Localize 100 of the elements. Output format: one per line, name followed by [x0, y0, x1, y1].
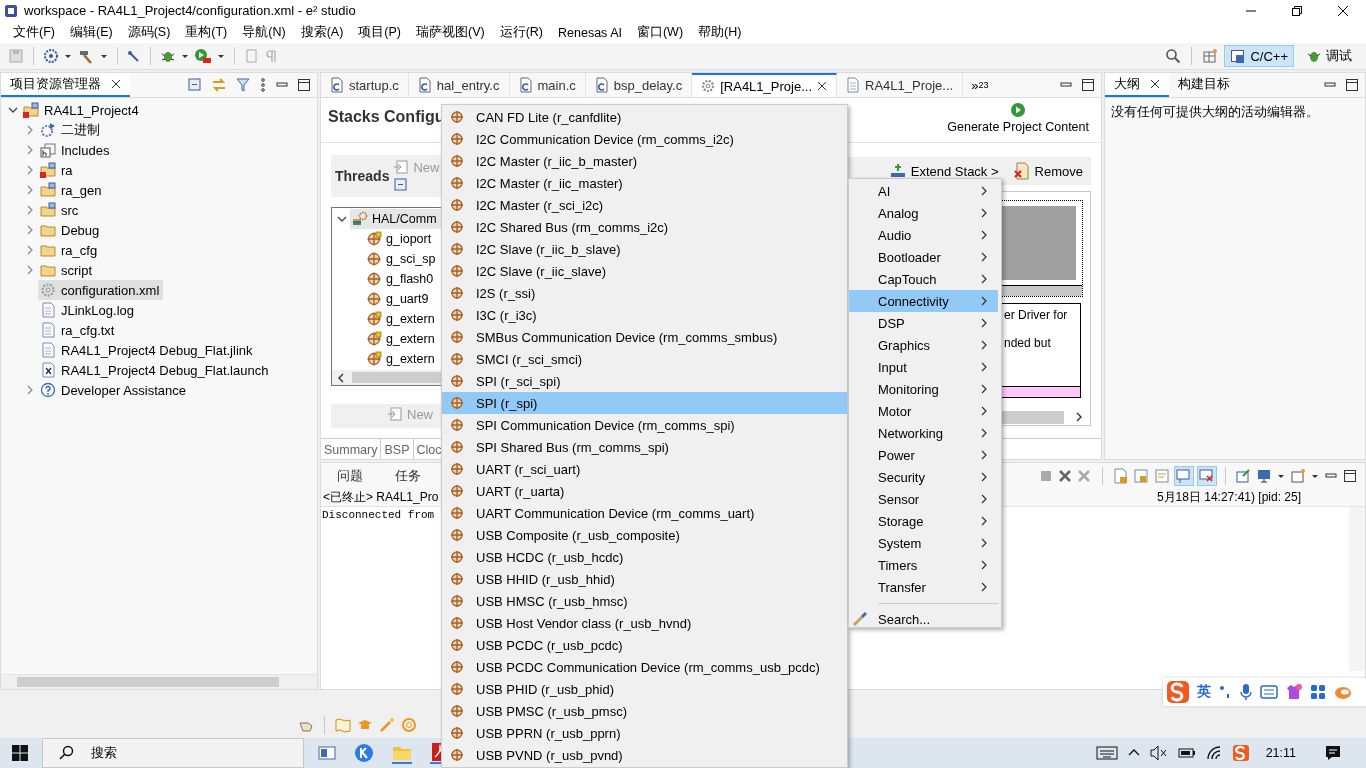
maximize-icon[interactable] [1345, 78, 1359, 92]
close-icon[interactable] [817, 81, 827, 91]
editor-tab[interactable]: RA4L1_Proje... [837, 73, 964, 97]
scroll-left-icon[interactable] [336, 371, 346, 384]
battery-icon[interactable] [1177, 745, 1196, 761]
wifi-icon[interactable] [1205, 745, 1222, 761]
tree-item[interactable]: RA4L1_Project4 Debug_Flat.launch [38, 360, 273, 380]
skin-icon[interactable] [1285, 683, 1303, 701]
menu-item[interactable]: I2C Slave (r_iic_slave) [442, 260, 847, 282]
menu-bar-item[interactable]: 瑞萨视图(V) [410, 22, 491, 44]
tree-item[interactable]: script [38, 260, 97, 280]
extend-stack-button[interactable]: Extend Stack > [888, 163, 999, 179]
stop-icon[interactable] [1039, 469, 1053, 483]
tree-item[interactable]: g_sci_sp [364, 249, 440, 269]
menu-item[interactable]: Connectivity [849, 290, 998, 312]
console-error-icon[interactable] [1198, 467, 1216, 485]
tree-item[interactable]: g_ioport [364, 229, 436, 249]
menu-bar-item[interactable]: 编辑(E) [63, 22, 119, 44]
tree-item[interactable]: RA4L1_Project4 Debug_Flat.jlink [38, 340, 257, 360]
toolbox-icon[interactable] [1310, 684, 1326, 700]
remove-launch-icon[interactable] [1058, 469, 1072, 483]
menu-bar-item[interactable]: 重构(T) [179, 22, 234, 44]
panel-tab[interactable]: 大纲 [1105, 73, 1169, 97]
menu-item[interactable]: SMCI (r_sci_smci) [442, 348, 847, 370]
menu-item[interactable]: Timers [849, 554, 998, 576]
menu-item[interactable]: SPI (r_spi) [442, 392, 847, 414]
tree-item[interactable]: g_extern [364, 349, 439, 369]
windows-start-icon[interactable] [12, 745, 28, 761]
tree-item[interactable]: Developer Assistance [38, 380, 190, 400]
menu-item[interactable]: Analog [849, 202, 998, 224]
filter-icon[interactable] [235, 77, 251, 93]
menu-item[interactable]: USB PVND (r_usb_pvnd) [442, 744, 847, 766]
menu-item[interactable]: I2C Master (r_sci_i2c) [442, 194, 847, 216]
new-console-icon[interactable] [1290, 468, 1306, 484]
menu-item[interactable]: USB PMSC (r_usb_pmsc) [442, 700, 847, 722]
tree-item[interactable]: ra_cfg [38, 240, 102, 260]
pin-console-icon[interactable] [1235, 468, 1251, 484]
editor-tab[interactable]: [RA4L1_Proje... [692, 73, 837, 97]
menu-item[interactable]: I2C Shared Bus (rm_comms_i2c) [442, 216, 847, 238]
menu-item[interactable]: USB PPRN (r_usb_pprn) [442, 722, 847, 744]
collapse-all-icon[interactable] [393, 177, 410, 193]
panel-tab[interactable]: 任务 [379, 463, 437, 489]
menu-item[interactable]: USB PHID (r_usb_phid) [442, 678, 847, 700]
maximize-icon[interactable] [297, 78, 311, 92]
perspective-button[interactable]: 调试 [1300, 44, 1358, 69]
close-icon[interactable] [1150, 79, 1160, 89]
menu-item[interactable]: Networking [849, 422, 998, 444]
menu-item[interactable]: I2C Master (r_iic_master) [442, 172, 847, 194]
maximize-icon[interactable] [1343, 469, 1357, 483]
menu-item[interactable]: SPI Shared Bus (rm_comms_spi) [442, 436, 847, 458]
search-field[interactable]: 搜索 [42, 738, 304, 768]
menu-bar-item[interactable]: 文件(F) [7, 22, 61, 44]
clock[interactable]: 21:11 [1265, 746, 1296, 760]
document-icon[interactable] [1112, 468, 1128, 484]
menu-item[interactable]: USB PCDC Communication Device (rm_comms_usb_pcdc) [442, 656, 847, 678]
menu-item[interactable]: Power [849, 444, 998, 466]
menu-item[interactable]: USB HMSC (r_usb_hmsc) [442, 590, 847, 612]
tree-item[interactable]: g_uart9 [364, 289, 433, 309]
menu-item[interactable]: Audio [849, 224, 998, 246]
close-icon[interactable] [111, 79, 121, 89]
menu-bar-item[interactable]: 帮助(H) [692, 22, 748, 44]
menu-item[interactable]: UART (r_uarta) [442, 480, 847, 502]
scrollbar-thumb[interactable] [17, 677, 279, 687]
remove-button[interactable]: Remove [1012, 162, 1083, 180]
tree-item[interactable]: ra [38, 160, 77, 180]
input-method-icon[interactable] [1231, 744, 1250, 762]
punctuation-icon[interactable] [1218, 684, 1232, 700]
microphone-icon[interactable] [1239, 683, 1253, 701]
menu-item[interactable]: I2C Slave (r_iic_b_slave) [442, 238, 847, 260]
menu-bar-item[interactable]: 导航(N) [236, 22, 292, 44]
app-icon[interactable] [354, 743, 374, 763]
generate-button[interactable]: Generate Project Content [947, 102, 1089, 134]
speaker-muted-icon[interactable] [1149, 745, 1168, 761]
tree-item[interactable]: g_flash0 [364, 269, 438, 289]
menu-item[interactable]: SPI Communication Device (rm_comms_spi) [442, 414, 847, 436]
tree-item[interactable]: RA4L1_Project4 [21, 100, 143, 120]
menu-item[interactable]: Bootloader [849, 246, 998, 268]
menu-item[interactable]: Motor [849, 400, 998, 422]
menu-item[interactable]: I3C (r_i3c) [442, 304, 847, 326]
menu-item[interactable]: USB Composite (r_usb_composite) [442, 524, 847, 546]
menu-item[interactable]: AI [849, 180, 998, 202]
menu-item[interactable]: Sensor [849, 488, 998, 510]
menu-item[interactable]: CapTouch [849, 268, 998, 290]
menu-item[interactable]: Security [849, 466, 998, 488]
menu-bar-item[interactable]: 源码(S) [121, 22, 177, 44]
editor-tab[interactable]: bsp_delay.c [585, 73, 693, 97]
tree-item[interactable]: HAL/Comm [350, 209, 441, 229]
input-method-icon[interactable] [1166, 680, 1190, 704]
editor-tab[interactable]: startup.c [321, 73, 409, 97]
news-app-icon[interactable] [318, 744, 336, 762]
tree-item[interactable]: 二进制 [38, 120, 104, 140]
tree-item[interactable]: Includes [38, 140, 114, 160]
editor-tab[interactable]: hal_entry.c [408, 73, 510, 97]
close-icon[interactable] [1337, 4, 1349, 17]
remove-all-icon[interactable] [1077, 469, 1093, 483]
menu-item[interactable]: SMBus Communication Device (rm_comms_smbus) [442, 326, 847, 348]
notification-icon[interactable] [1324, 744, 1342, 762]
menu-item[interactable]: USB Host Vendor class (r_usb_hvnd) [442, 612, 847, 634]
tree-item[interactable]: JLinkLog.log [38, 300, 138, 320]
tree-item[interactable]: g_extern [364, 309, 439, 329]
